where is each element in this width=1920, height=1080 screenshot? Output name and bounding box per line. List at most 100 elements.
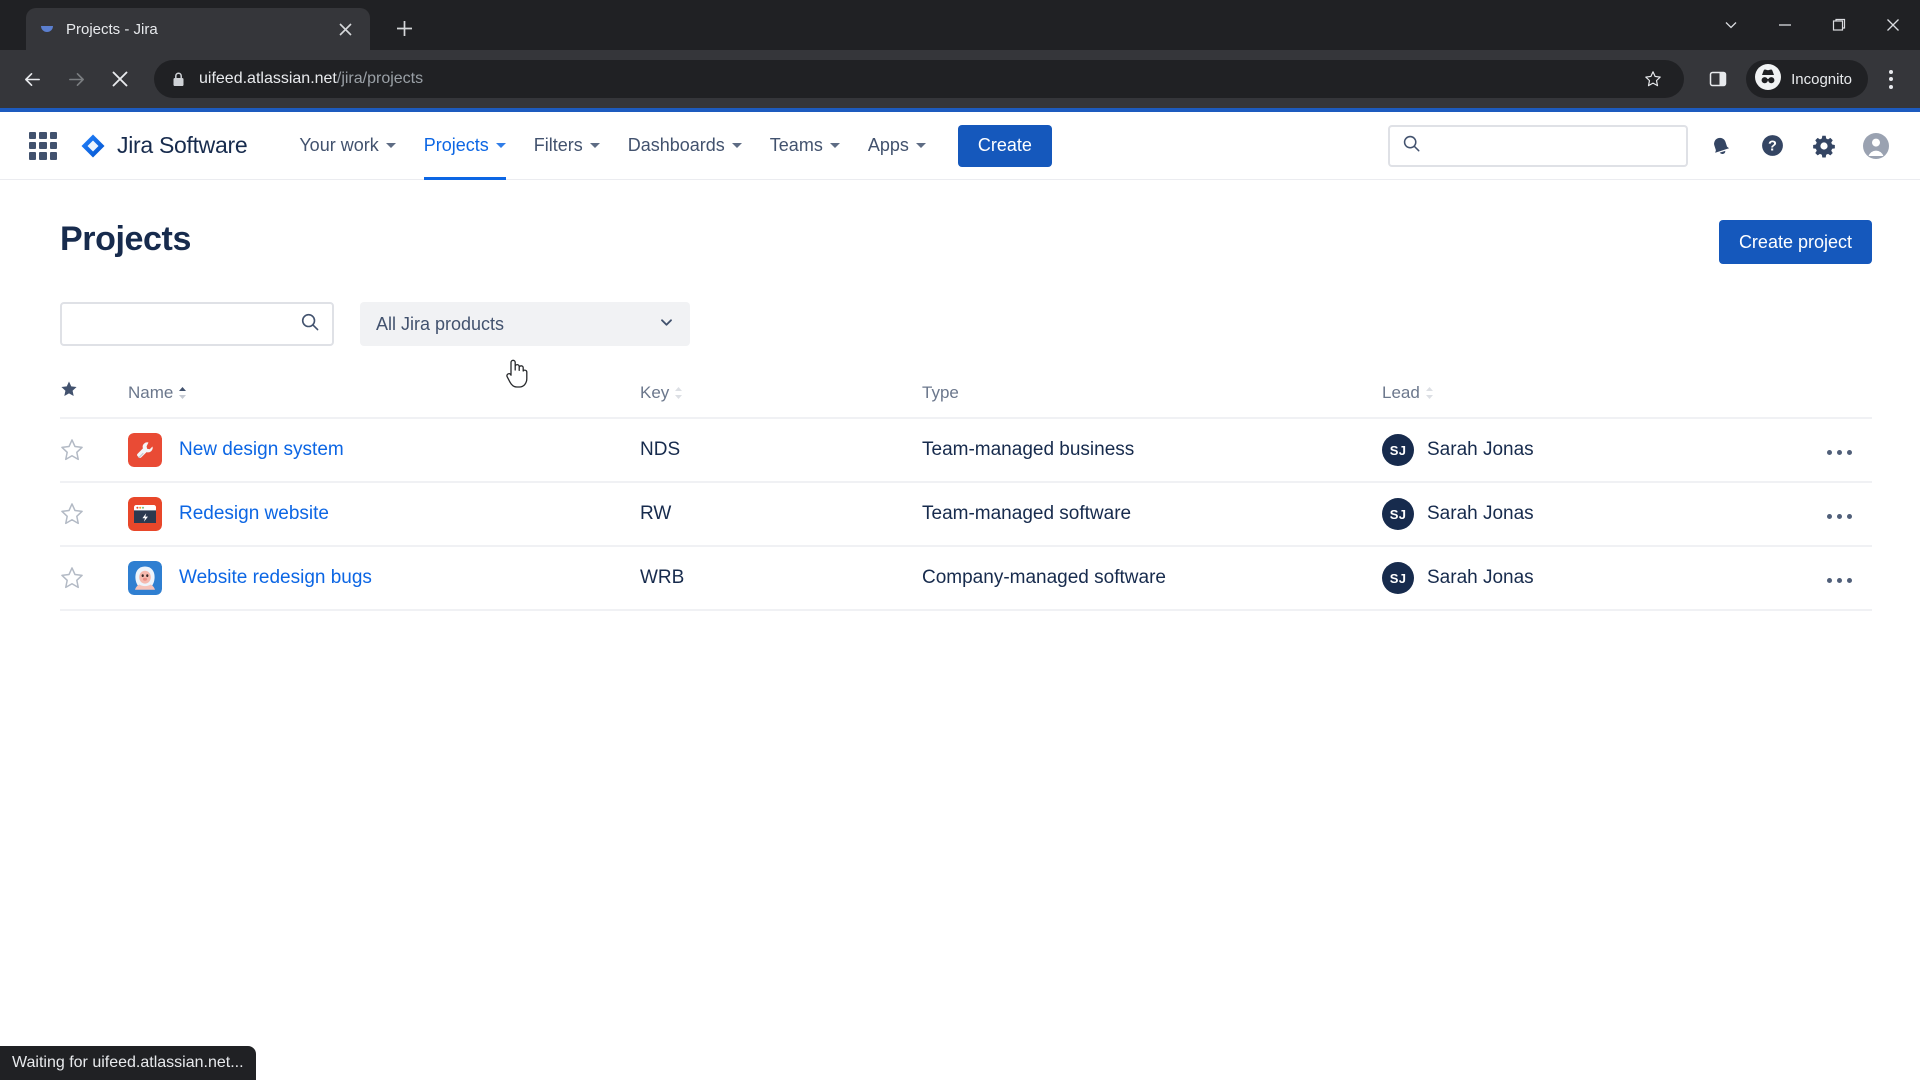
minimize-icon[interactable] — [1758, 0, 1812, 50]
tab-title: Projects - Jira — [66, 20, 158, 38]
svg-text:?: ? — [1768, 139, 1777, 155]
gear-icon[interactable] — [1804, 126, 1844, 166]
row-actions-button[interactable] — [1792, 482, 1872, 546]
product-filter-dropdown[interactable]: All Jira products — [360, 302, 690, 346]
table-header-row: Name Key Type Lead — [60, 380, 1872, 419]
create-project-button[interactable]: Create project — [1718, 220, 1872, 264]
wrench-project-icon — [128, 433, 162, 467]
row-name-cell: Website redesign bugs — [128, 546, 640, 610]
row-star-toggle[interactable] — [60, 546, 128, 610]
chevron-down-icon — [385, 143, 396, 148]
star-filled-icon — [60, 380, 78, 398]
project-link[interactable]: Website redesign bugs — [179, 567, 372, 589]
search-icon — [1402, 134, 1421, 158]
row-star-toggle[interactable] — [60, 482, 128, 546]
lead-name: Sarah Jonas — [1427, 503, 1534, 524]
projects-search-box[interactable] — [60, 302, 334, 346]
nav-item-label: Projects — [423, 135, 489, 155]
nav-item-your-work[interactable]: Your work — [285, 112, 409, 180]
browser-status-bar: Waiting for uifeed.atlassian.net... — [0, 1046, 256, 1080]
lead-name: Sarah Jonas — [1427, 567, 1534, 588]
column-header-lead-label: Lead — [1382, 383, 1420, 402]
jira-favicon — [38, 20, 56, 38]
close-icon[interactable] — [332, 16, 358, 42]
projects-search-input[interactable] — [74, 314, 300, 334]
three-dot-menu-icon[interactable] — [1874, 59, 1908, 99]
row-star-toggle[interactable] — [60, 418, 128, 482]
global-search-box[interactable] — [1388, 124, 1688, 167]
stop-loading-icon[interactable] — [100, 59, 140, 99]
page-content: Jira Software Your work Projects Filters… — [0, 108, 1920, 1080]
column-header-name-label: Name — [128, 383, 174, 402]
table-row[interactable]: Redesign website RW Team-managed softwar… — [60, 482, 1872, 546]
row-key-cell: NDS — [640, 439, 681, 460]
search-icon — [300, 312, 320, 337]
nav-item-dashboards[interactable]: Dashboards — [614, 112, 756, 180]
incognito-label: Incognito — [1791, 70, 1852, 88]
row-key-cell: RW — [640, 503, 672, 524]
maximize-icon[interactable] — [1812, 0, 1866, 50]
page-title: Projects — [60, 220, 191, 258]
nav-item-teams[interactable]: Teams — [756, 112, 854, 180]
sort-ascending-icon — [179, 387, 187, 399]
nav-item-projects[interactable]: Projects — [410, 112, 520, 180]
table-row[interactable]: New design system NDS Team-managed busin… — [60, 418, 1872, 482]
avatar: SJ — [1382, 562, 1414, 594]
nav-item-label: Teams — [769, 135, 823, 155]
row-type-cell: Team-managed software — [922, 503, 1132, 524]
avatar: SJ — [1382, 498, 1414, 530]
back-arrow-icon[interactable] — [12, 59, 52, 99]
incognito-indicator[interactable]: Incognito — [1746, 60, 1868, 98]
column-header-star[interactable] — [60, 380, 128, 419]
address-bar[interactable]: uifeed.atlassian.net/jira/projects — [154, 60, 1685, 98]
column-header-actions — [1792, 380, 1872, 419]
bell-icon[interactable] — [1700, 126, 1740, 166]
jira-brand[interactable]: Jira Software — [80, 132, 248, 159]
window-controls — [1704, 0, 1920, 50]
row-actions-button[interactable] — [1792, 418, 1872, 482]
global-search-input[interactable] — [1430, 136, 1674, 155]
product-filter-value: All Jira products — [376, 313, 505, 334]
new-tab-button[interactable] — [384, 8, 424, 48]
nav-item-label: Apps — [867, 135, 909, 155]
nav-item-apps[interactable]: Apps — [854, 112, 940, 180]
nav-item-filters[interactable]: Filters — [520, 112, 614, 180]
lead-name: Sarah Jonas — [1427, 439, 1534, 460]
chevron-down-icon — [915, 143, 926, 148]
table-row[interactable]: Website redesign bugs WRB Company-manage… — [60, 546, 1872, 610]
close-icon[interactable] — [1866, 0, 1920, 50]
column-header-key[interactable]: Key — [640, 380, 922, 419]
more-actions-icon — [1827, 514, 1852, 519]
column-header-lead[interactable]: Lead — [1382, 380, 1792, 419]
page-header: Projects Create project — [60, 220, 1872, 264]
column-header-key-label: Key — [640, 383, 670, 402]
column-header-name[interactable]: Name — [128, 380, 640, 419]
jira-diamond-logo-icon — [80, 133, 106, 159]
browser-tab[interactable]: Projects - Jira — [26, 8, 370, 50]
project-link[interactable]: New design system — [179, 439, 344, 461]
project-link[interactable]: Redesign website — [179, 503, 329, 525]
jira-top-navigation: Jira Software Your work Projects Filters… — [0, 112, 1920, 180]
tab-strip: Projects - Jira — [0, 0, 1920, 50]
side-panel-icon[interactable] — [1698, 59, 1738, 99]
nav-item-label: Dashboards — [627, 135, 725, 155]
account-avatar-icon[interactable] — [1856, 126, 1896, 166]
bookmark-star-icon[interactable] — [1636, 62, 1670, 96]
create-button[interactable]: Create — [957, 124, 1052, 167]
table-body: New design system NDS Team-managed busin… — [60, 418, 1872, 610]
row-name-cell: New design system — [128, 418, 640, 482]
browser-bolt-project-icon — [128, 497, 162, 531]
row-type-cell: Company-managed software — [922, 567, 1166, 588]
more-actions-icon — [1827, 578, 1852, 583]
app-switcher-grid-icon[interactable] — [26, 129, 60, 163]
column-header-type-label: Type — [922, 383, 959, 402]
row-actions-button[interactable] — [1792, 546, 1872, 610]
projects-filters: All Jira products — [60, 302, 1872, 346]
sort-icon — [1425, 387, 1433, 399]
sort-icon — [675, 387, 683, 399]
row-type-cell: Team-managed business — [922, 439, 1135, 460]
row-lead-cell: SJ Sarah Jonas — [1382, 546, 1792, 610]
chevron-down-icon — [731, 143, 742, 148]
help-circle-icon[interactable]: ? — [1752, 126, 1792, 166]
chevron-down-icon[interactable] — [1704, 0, 1758, 50]
